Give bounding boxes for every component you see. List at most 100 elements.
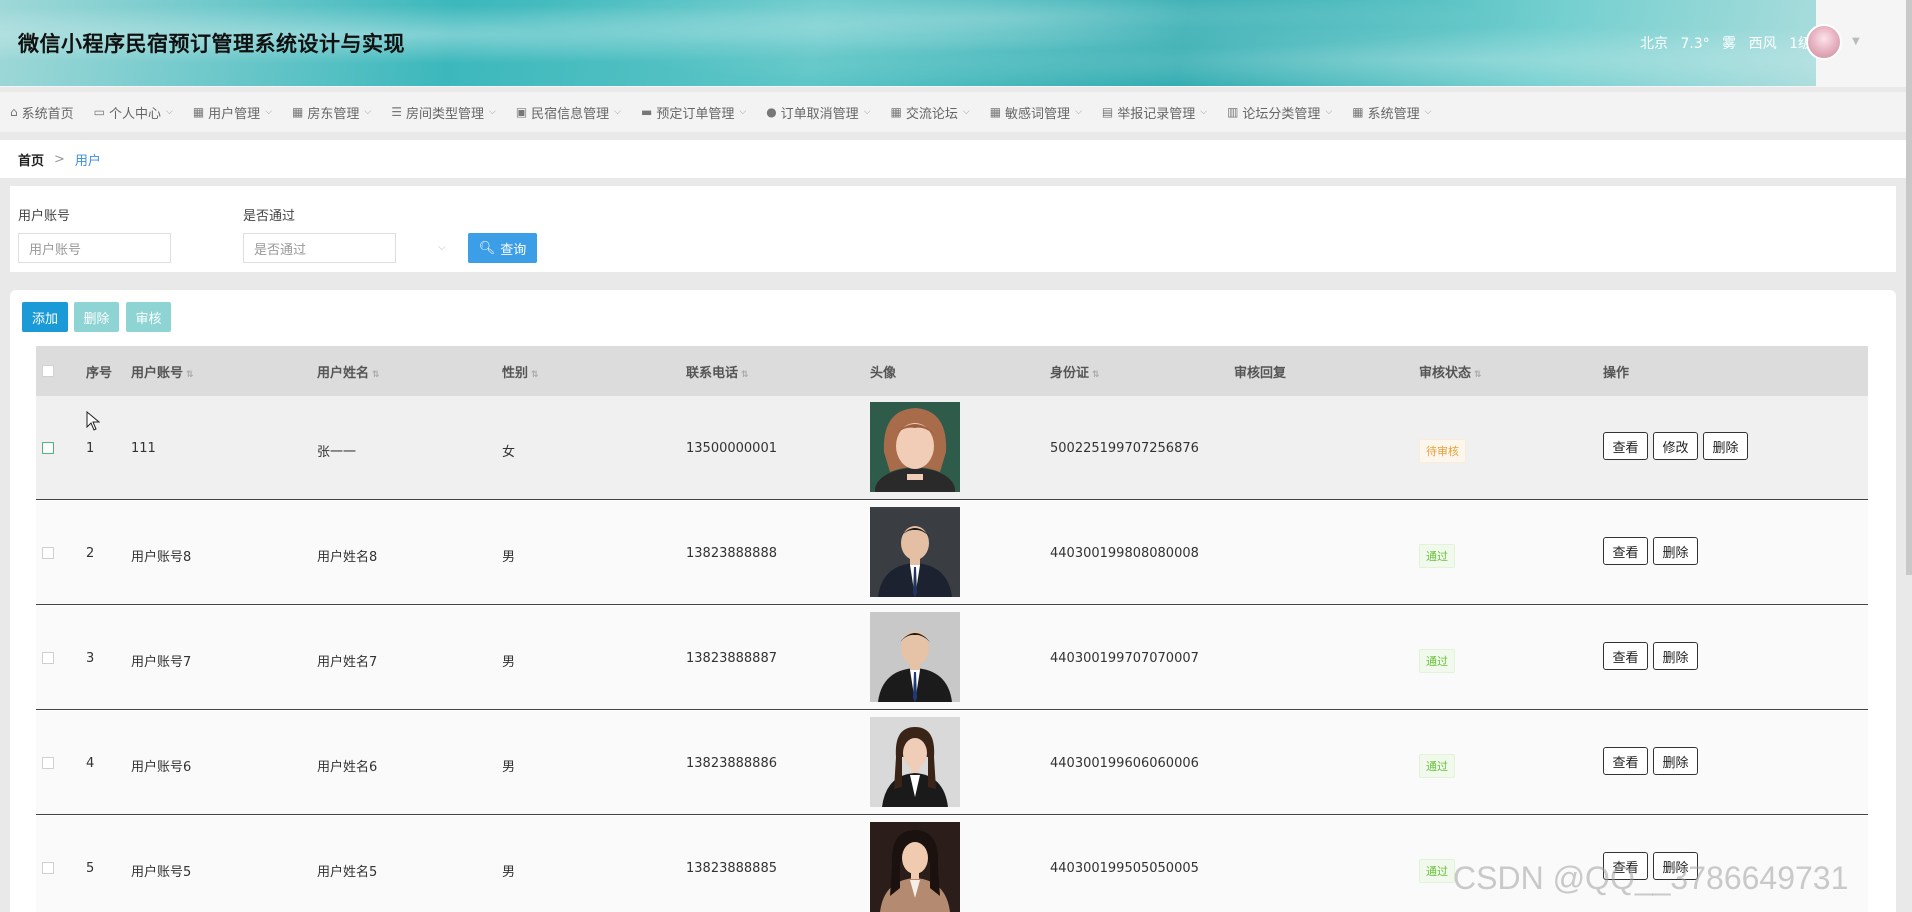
weather-widget: 北京 7.3° 雾 西风 1级 <box>1640 33 1820 53</box>
select-all-checkbox[interactable] <box>42 365 54 377</box>
nav-item[interactable]: ● 订单取消管理 ⌵ <box>766 103 870 122</box>
op-button-2[interactable]: 删除 <box>1703 432 1748 460</box>
cell-id-card: 440300199707070007 <box>1050 651 1199 666</box>
chevron-down-icon: ⌵ <box>1200 107 1208 117</box>
nav-item-label: 敏感词管理 <box>1005 106 1071 122</box>
cell-name: 用户姓名6 <box>317 760 378 775</box>
cell-name: 用户姓名8 <box>317 550 378 565</box>
nav-item[interactable]: ▦ 交流论坛 ⌵ <box>891 103 970 122</box>
chevron-down-icon: ⌵ <box>488 107 496 117</box>
nav-item[interactable]: ⌂ 系统首页 <box>10 103 74 122</box>
cell-id-card: 440300199808080008 <box>1050 546 1199 561</box>
cell-index: 1 <box>86 441 95 456</box>
batch-delete-button[interactable]: 删除 <box>74 302 119 332</box>
cell-account: 用户账号6 <box>131 760 192 775</box>
nav-item[interactable]: ▤ 举报记录管理 ⌵ <box>1102 103 1207 122</box>
op-button-0[interactable]: 查看 <box>1603 642 1648 670</box>
cell-phone: 13823888888 <box>686 546 777 561</box>
chevron-down-icon: ⌵ <box>166 107 173 117</box>
row-checkbox[interactable] <box>42 757 54 769</box>
col-audit-reply: 审核回复 <box>1234 366 1287 381</box>
cell-phone: 13500000001 <box>686 441 777 456</box>
table-row: 1 111 张一一女 13500000001 500225199707256876 待审核… <box>36 396 1868 500</box>
nav-item-label: 系统管理 <box>1367 106 1420 122</box>
table-row: 3 用户账号7 用户姓名7 男 13823888887 44030019970707000… <box>36 606 1868 710</box>
status-badge: 通过 <box>1419 544 1455 568</box>
nav-item[interactable]: ▥ 论坛分类管理 ⌵ <box>1227 103 1332 122</box>
add-button[interactable]: 添加 <box>22 302 68 332</box>
col-index: 序号 <box>86 366 113 381</box>
chevron-down-icon: ⌵ <box>1075 107 1082 117</box>
col-gender[interactable]: 性别 ⇅ <box>502 362 539 381</box>
breadcrumb-home[interactable]: 首页 <box>18 150 44 169</box>
col-name[interactable]: 用户姓名 ⇅ <box>317 362 380 381</box>
sort-icon: ⇅ <box>1092 370 1100 380</box>
op-button-1[interactable]: 删除 <box>1653 537 1698 565</box>
list-icon: ☰ <box>391 105 402 119</box>
op-button-1[interactable]: 删除 <box>1653 747 1698 775</box>
nav-item-label: 举报记录管理 <box>1117 106 1196 122</box>
chevron-down-icon: ⌵ <box>962 107 970 117</box>
weather-city: 北京 <box>1640 36 1668 52</box>
nav-item-label: 预定订单管理 <box>656 106 735 122</box>
nav-item[interactable]: ▭ 个人中心 ⌵ <box>94 103 173 122</box>
chevron-down-icon[interactable]: ▼ <box>1852 36 1860 47</box>
nav-item-label: 个人中心 <box>108 106 161 122</box>
user-avatar[interactable] <box>1806 24 1842 60</box>
picture-icon: ▣ <box>515 105 528 119</box>
row-checkbox[interactable] <box>42 862 54 874</box>
nav-item-label: 房东管理 <box>307 106 360 122</box>
bar-chart-icon: ▥ <box>1227 105 1239 119</box>
avatar-photo[interactable] <box>870 402 960 492</box>
audit-button[interactable]: 审核 <box>126 302 171 332</box>
home-icon: ⌂ <box>10 105 18 119</box>
avatar-photo[interactable] <box>870 822 960 912</box>
nav-item[interactable]: ▣ 民宿信息管理 ⌵ <box>516 103 621 122</box>
op-button-1[interactable]: 修改 <box>1653 432 1698 460</box>
row-checkbox[interactable] <box>42 652 54 664</box>
col-id-card[interactable]: 身份证 ⇅ <box>1050 362 1100 381</box>
cell-index: 2 <box>86 546 95 561</box>
scrollbar[interactable] <box>1906 0 1912 575</box>
nav-item[interactable]: ▦ 房东管理 ⌵ <box>292 103 371 122</box>
table-row: 2 用户账号8 用户姓名8 男 13823888888 44030019980808000… <box>36 501 1868 605</box>
nav-item-label: 论坛分类管理 <box>1242 106 1321 122</box>
breadcrumb-current: 用户 <box>74 153 101 169</box>
query-button[interactable]: 🔍︎ 查询 <box>468 233 537 263</box>
account-search-input[interactable]: 用户账号 <box>18 233 171 263</box>
row-checkbox[interactable] <box>42 442 54 454</box>
cell-id-card: 440300199606060006 <box>1050 756 1199 771</box>
grid-icon: ▦ <box>292 105 304 119</box>
top-nav: ⌂ 系统首页 ▭ 个人中心 ⌵ ▦ 用户管理 ⌵ ▦ 房东管理 ⌵ ☰ 房间类型管理 ⌵ ▣ 民宿信息管理 ⌵ ▬… <box>0 92 1912 132</box>
chevron-down-icon[interactable]: ⌵ <box>438 242 446 253</box>
chevron-down-icon: ⌵ <box>1424 107 1432 117</box>
op-button-0[interactable]: 查看 <box>1603 537 1648 565</box>
op-button-0[interactable]: 查看 <box>1603 747 1648 775</box>
avatar-photo[interactable] <box>870 612 960 702</box>
col-account[interactable]: 用户账号 ⇅ <box>131 362 194 381</box>
chevron-down-icon: ⌵ <box>265 107 273 117</box>
col-phone[interactable]: 联系电话 ⇅ <box>686 362 749 381</box>
sort-icon: ⇅ <box>531 370 539 380</box>
breadcrumb-separator: > <box>54 151 65 167</box>
account-label: 用户账号 <box>18 209 71 224</box>
avatar-photo[interactable] <box>870 717 960 807</box>
cell-account: 111 <box>131 441 156 456</box>
row-checkbox[interactable] <box>42 547 54 559</box>
status-badge: 通过 <box>1419 859 1455 883</box>
grid-icon: ▦ <box>989 105 1002 119</box>
nav-item[interactable]: ▦ 敏感词管理 ⌵ <box>990 103 1082 122</box>
avatar-photo[interactable] <box>870 507 960 597</box>
col-audit-status[interactable]: 审核状态 ⇅ <box>1419 362 1482 381</box>
cell-account: 用户账号7 <box>131 655 192 670</box>
nav-item[interactable]: ☰ 房间类型管理 ⌵ <box>391 103 496 122</box>
chevron-down-icon: ⌵ <box>364 107 372 117</box>
cell-phone: 13823888887 <box>686 651 777 666</box>
approved-select[interactable]: 是否通过 <box>243 233 396 263</box>
nav-item[interactable]: ▬ 预定订单管理 ⌵ <box>641 103 746 122</box>
nav-item[interactable]: ▦ 系统管理 ⌵ <box>1352 103 1431 122</box>
op-button-1[interactable]: 删除 <box>1653 642 1698 670</box>
nav-item[interactable]: ▦ 用户管理 ⌵ <box>193 103 272 122</box>
id-card-icon: ▭ <box>93 105 105 119</box>
op-button-0[interactable]: 查看 <box>1603 432 1648 460</box>
